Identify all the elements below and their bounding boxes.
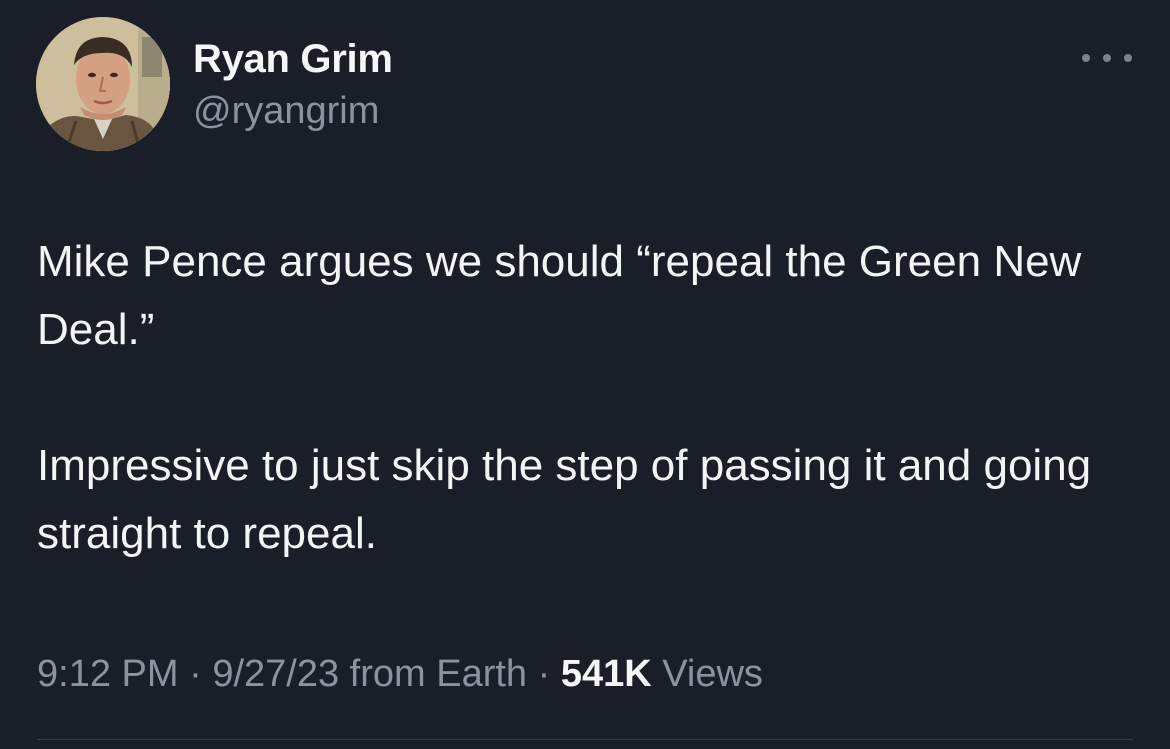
tweet-date[interactable]: 9/27/23 <box>212 653 339 695</box>
views-count[interactable]: 541K <box>561 653 652 695</box>
tweet-paragraph: Impressive to just skip the step of pass… <box>37 441 1092 558</box>
more-options-icon-dot <box>1103 54 1111 62</box>
author-display-name[interactable]: Ryan Grim <box>193 37 393 82</box>
tweet-time[interactable]: 9:12 PM <box>37 653 179 695</box>
meta-separator: · <box>178 653 213 695</box>
avatar-image <box>36 17 170 151</box>
tweet-source: from Earth <box>339 653 528 695</box>
divider <box>37 739 1133 740</box>
more-options-icon-dot <box>1124 54 1132 62</box>
tweet-metadata: 9:12 PM · 9/27/23 from Earth · 541K View… <box>37 653 763 696</box>
tweet-text: Mike Pence argues we should “repeal the … <box>37 228 1147 568</box>
tweet-paragraph: Mike Pence argues we should “repeal the … <box>37 237 1082 354</box>
meta-separator: · <box>527 653 561 695</box>
avatar[interactable] <box>36 17 170 151</box>
more-options-button[interactable] <box>1082 42 1132 74</box>
more-options-icon <box>1082 54 1090 62</box>
author-handle[interactable]: @ryangrim <box>193 90 379 133</box>
views-label[interactable]: Views <box>652 653 763 695</box>
